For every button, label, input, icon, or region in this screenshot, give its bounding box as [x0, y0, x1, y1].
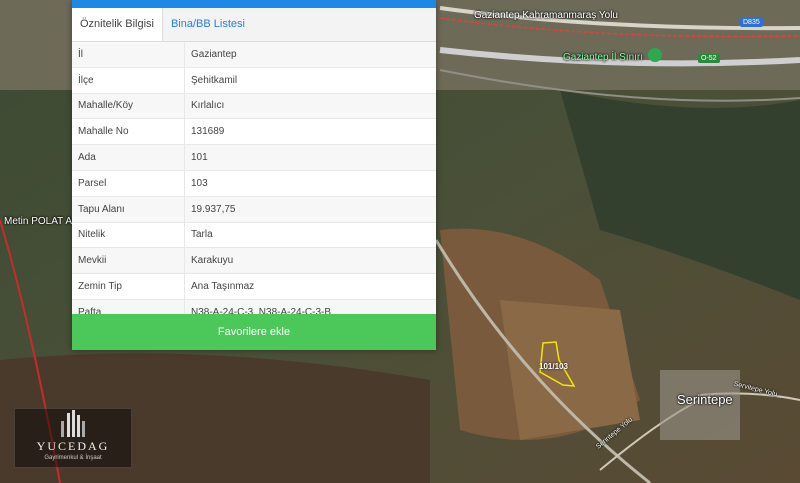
table-row: Zemin Tip Ana Taşınmaz	[72, 273, 436, 300]
table-row: İl Gaziantep	[72, 42, 436, 68]
attribute-key: İlçe	[72, 67, 185, 94]
company-logo: YUCEDAG Gayrimenkul & İnşaat	[14, 408, 132, 468]
attribute-value: Tarla	[184, 222, 436, 249]
panel-tabs: Öznitelik Bilgisi Bina/BB Listesi	[72, 8, 436, 42]
table-row: Mahalle/Köy Kırlalıcı	[72, 93, 436, 120]
attribute-value: 103	[184, 170, 436, 197]
attribute-key: Parsel	[72, 170, 185, 197]
place-label-serintepe: Serintepe	[677, 392, 733, 407]
table-row: Mevkii Karakuyu	[72, 247, 436, 275]
logo-name: YUCEDAG	[36, 439, 110, 453]
attribute-key: İl	[72, 42, 185, 68]
tab-attribute-info[interactable]: Öznitelik Bilgisi	[72, 8, 163, 41]
table-row: Nitelik Tarla	[72, 222, 436, 249]
add-to-favorites-button[interactable]: Favorilere ekle	[72, 314, 436, 350]
attribute-key: Zemin Tip	[72, 273, 185, 300]
attribute-value: Şehitkamil	[184, 67, 436, 94]
attribute-key: Tapu Alanı	[72, 196, 185, 223]
attribute-value: 131689	[184, 118, 436, 146]
parcel-label: 101/103	[539, 362, 568, 371]
attribute-key: Mahalle/Köy	[72, 93, 185, 120]
attribute-value: Gaziantep	[184, 42, 436, 68]
table-row: Parsel 103	[72, 170, 436, 197]
attribute-panel: Öznitelik Bilgisi Bina/BB Listesi İl Gazi…	[72, 0, 436, 350]
panel-header-bar	[72, 0, 436, 8]
table-row: Ada 101	[72, 144, 436, 171]
logo-subtitle: Gayrimenkul & İnşaat	[44, 455, 102, 461]
tab-building-list[interactable]: Bina/BB Listesi	[163, 8, 253, 41]
table-row: Tapu Alanı 19.937,75	[72, 196, 436, 223]
table-row: Mahalle No 131689	[72, 118, 436, 146]
attribute-value: Ana Taşınmaz	[184, 273, 436, 300]
attribute-key: Ada	[72, 144, 185, 171]
road-badge-o52: O-52	[698, 54, 720, 63]
attribute-value: 101	[184, 144, 436, 171]
attribute-value: Karakuyu	[184, 247, 436, 275]
road-label-il-siniri: Gaziantep İl Sınırı	[563, 52, 644, 63]
attribute-value: 19.937,75	[184, 196, 436, 223]
road-badge-d835: D835	[740, 18, 763, 27]
attribute-key: Mahalle No	[72, 118, 185, 146]
attribute-key: Mevkii	[72, 247, 185, 275]
table-row: İlçe Şehitkamil	[72, 67, 436, 94]
road-label-kahramanmaras: Gaziantep Kahramanmaraş Yolu	[474, 10, 618, 21]
attribute-value: Kırlalıcı	[184, 93, 436, 120]
skyline-icon	[61, 410, 85, 437]
attribute-table: İl Gaziantep İlçe Şehitkamil Mahalle/Köy Kı…	[72, 42, 436, 326]
attribute-key: Nitelik	[72, 222, 185, 249]
place-label-left: Metin POLAT A	[4, 216, 72, 227]
